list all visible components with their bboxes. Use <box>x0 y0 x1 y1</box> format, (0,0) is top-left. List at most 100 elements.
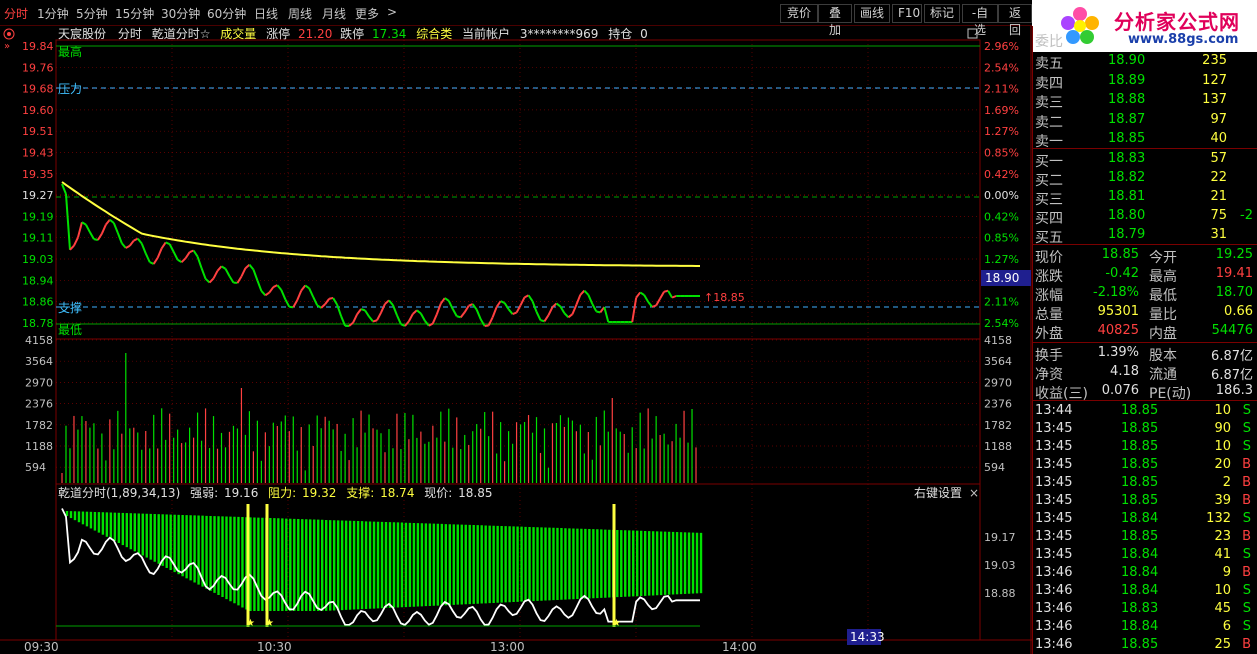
tick-row[interactable]: 13:45 18.85 39 B <box>1035 492 1257 511</box>
tab-1min[interactable]: 1分钟 <box>37 5 69 22</box>
stat-row[interactable]: 涨跌 -0.42 最高 19.41 <box>1035 265 1257 285</box>
overlay-button[interactable]: 叠加 <box>818 4 852 37</box>
collapse-icon[interactable]: » <box>4 41 10 52</box>
time-label-1400: 14:00 <box>722 640 757 654</box>
draw-line-button[interactable]: 画线 <box>854 4 890 23</box>
tab-monthly[interactable]: 月线 <box>322 5 346 22</box>
tab-more[interactable]: 更多 <box>355 5 379 22</box>
tab-15min[interactable]: 15分钟 <box>115 5 154 22</box>
tick-price: 18.85 <box>1121 493 1159 508</box>
tick-row[interactable]: 13:46 18.84 6 S <box>1035 618 1257 637</box>
tick-row[interactable]: 13:45 18.84 132 S <box>1035 510 1257 529</box>
price-tick: 19.35 <box>22 168 54 181</box>
limit-down-label: 跌停 <box>340 26 364 41</box>
record-icon[interactable] <box>3 28 15 40</box>
chart-area[interactable]: ★ ★ ★ » 天宸股份 分时 乾道分时☆ 成交量 涨停 21.20 跌停 17.3… <box>0 26 1032 654</box>
annotation-low: 最低 <box>58 323 82 337</box>
bid-row[interactable]: 买五 18.79 31 <box>1035 226 1257 246</box>
fin-row[interactable]: 收益(三) 0.076 PE(动) 186.3 <box>1035 382 1257 402</box>
tick-side: B <box>1242 493 1251 508</box>
tick-time: 13:45 <box>1035 475 1073 490</box>
tick-price: 18.85 <box>1121 475 1159 490</box>
fin-row[interactable]: 净资 4.18 流通 6.87亿 <box>1035 363 1257 383</box>
ask-row[interactable]: 卖二 18.87 97 <box>1035 111 1257 131</box>
current-price-tag-text: 18.90 <box>985 271 1019 285</box>
annotation-support: 支撑 <box>58 300 82 315</box>
intraday-chart[interactable]: ★ ★ ★ » 天宸股份 分时 乾道分时☆ 成交量 涨停 21.20 跌停 17.3… <box>0 26 1032 654</box>
indicator-close-icon[interactable]: × <box>969 486 979 500</box>
tick-row[interactable]: 13:45 18.85 10 S <box>1035 438 1257 457</box>
stat-row[interactable]: 现价 18.85 今开 19.25 <box>1035 246 1257 266</box>
ask-row[interactable]: 卖四 18.89 127 <box>1035 72 1257 92</box>
price-tick: 19.76 <box>22 61 54 74</box>
ask-row[interactable]: 卖五 18.90 235 <box>1035 52 1257 72</box>
price-tick: 19.11 <box>22 232 54 245</box>
tick-time: 13:45 <box>1035 511 1073 526</box>
maximize-icon[interactable] <box>967 28 978 39</box>
tick-time: 13:44 <box>1035 403 1073 418</box>
volume-tick: 2376 <box>25 398 53 411</box>
tick-row[interactable]: 13:45 18.84 41 S <box>1035 546 1257 565</box>
stat-label: 最低 <box>1149 288 1177 304</box>
tick-row[interactable]: 13:45 18.85 20 B <box>1035 456 1257 475</box>
ask-row[interactable]: 卖一 18.85 40 <box>1035 130 1257 150</box>
resist-label: 阻力: <box>268 486 296 500</box>
stat-row[interactable]: 总量 95301 量比 0.66 <box>1035 303 1257 323</box>
fin-value: 0.076 <box>1101 383 1139 398</box>
tick-row[interactable]: 13:45 18.85 90 S <box>1035 420 1257 439</box>
indicator-settings[interactable]: 右键设置 <box>914 485 962 500</box>
tab-intraday[interactable]: 分时 <box>4 5 28 22</box>
tick-price: 18.84 <box>1121 619 1159 634</box>
tick-row[interactable]: 13:46 18.84 10 S <box>1035 582 1257 601</box>
ask-row[interactable]: 卖三 18.88 137 <box>1035 91 1257 111</box>
tab-daily[interactable]: 日线 <box>254 5 278 22</box>
bid-row[interactable]: 买三 18.81 21 <box>1035 188 1257 208</box>
tick-row[interactable]: 13:46 18.83 45 S <box>1035 600 1257 619</box>
tick-row[interactable]: 13:45 18.85 23 B <box>1035 528 1257 547</box>
limit-up-value: 21.20 <box>298 27 332 41</box>
bid-label: 买二 <box>1035 173 1063 189</box>
remove-watchlist-button[interactable]: -自选 <box>962 4 998 37</box>
bid-volume: 31 <box>1210 227 1227 242</box>
tick-row[interactable]: 13:46 18.85 25 B <box>1035 636 1257 654</box>
tick-price: 18.85 <box>1121 421 1159 436</box>
stat-row[interactable]: 涨幅 -2.18% 最低 18.70 <box>1035 284 1257 304</box>
indicator-tick: 19.17 <box>984 531 1016 544</box>
percent-tick: 0.42% <box>984 168 1019 181</box>
tick-row[interactable]: 13:46 18.84 9 B <box>1035 564 1257 583</box>
stat-value: 19.25 <box>1215 247 1253 262</box>
tick-time: 13:45 <box>1035 457 1073 472</box>
stat-row[interactable]: 外盘 40825 内盘 54476 <box>1035 322 1257 342</box>
price-tick: 18.94 <box>22 274 54 287</box>
tab-60min[interactable]: 60分钟 <box>207 5 246 22</box>
fin-row[interactable]: 换手 1.39% 股本 6.87亿 <box>1035 344 1257 364</box>
tick-row[interactable]: 13:45 18.85 2 B <box>1035 474 1257 493</box>
position-value: 0 <box>640 27 648 41</box>
bid-row[interactable]: 买二 18.82 22 <box>1035 169 1257 189</box>
auction-button[interactable]: 竞价 <box>780 4 818 23</box>
tick-side: S <box>1242 619 1251 634</box>
bid-row[interactable]: 买四 18.80 75 -2 <box>1035 207 1257 227</box>
bid-row[interactable]: 买一 18.83 57 <box>1035 150 1257 170</box>
stat-label: 涨幅 <box>1035 288 1063 304</box>
indicator-name[interactable]: 乾道分时☆ <box>152 27 211 41</box>
stat-value: 40825 <box>1097 323 1139 338</box>
more-arrow-icon[interactable]: > <box>387 5 397 19</box>
tick-volume: 39 <box>1214 493 1231 508</box>
stat-value: -2.18% <box>1093 285 1139 300</box>
price-tick: 19.03 <box>22 253 54 266</box>
tab-30min[interactable]: 30分钟 <box>161 5 200 22</box>
bid-volume: 21 <box>1210 189 1227 204</box>
percent-tick: 2.11% <box>984 83 1019 96</box>
tab-weekly[interactable]: 周线 <box>288 5 312 22</box>
ask-price: 18.85 <box>1108 131 1146 146</box>
f10-button[interactable]: F10 <box>892 4 922 23</box>
tick-time: 13:45 <box>1035 547 1073 562</box>
reference-lines <box>56 45 980 325</box>
tick-row[interactable]: 13:44 18.85 10 S <box>1035 402 1257 421</box>
mark-button[interactable]: 标记 <box>924 4 960 23</box>
ask-volume: 40 <box>1210 131 1227 146</box>
tab-5min[interactable]: 5分钟 <box>76 5 108 22</box>
volume-axis-left: 4158 3564 2970 2376 1782 1188 594 <box>25 334 53 474</box>
back-button[interactable]: 返回 <box>998 4 1032 37</box>
